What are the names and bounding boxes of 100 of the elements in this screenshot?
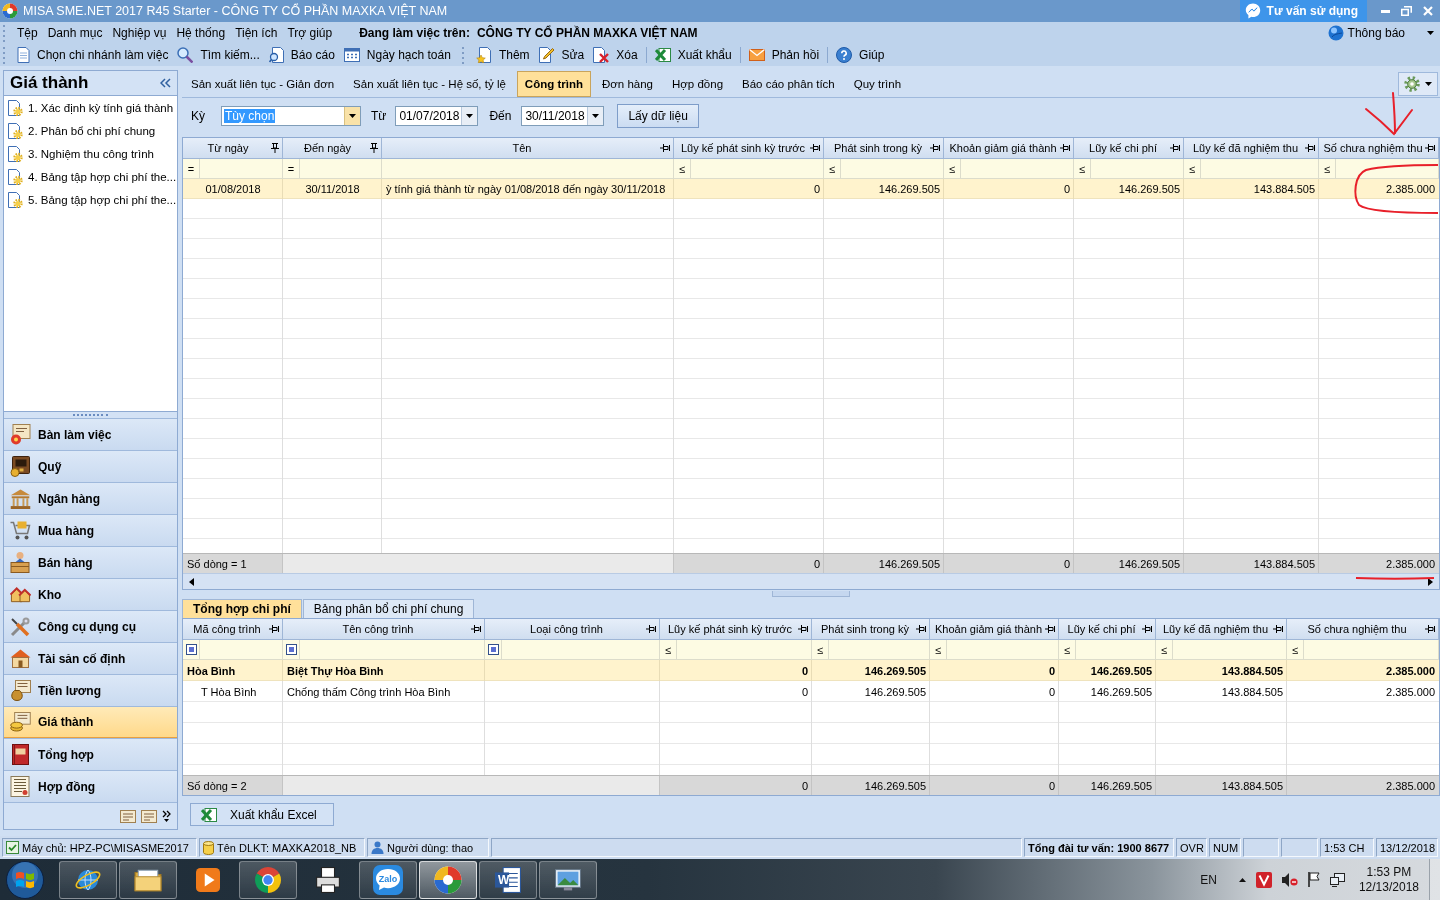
caret-icon[interactable]: [1427, 31, 1434, 35]
pin-icon[interactable]: [1425, 625, 1435, 633]
filter-mode-icon[interactable]: [285, 644, 297, 655]
column-header[interactable]: Mã công trình: [183, 619, 283, 640]
grip-icon[interactable]: [3, 24, 6, 42]
pin-icon[interactable]: [1045, 625, 1055, 633]
tab[interactable]: Bảng phân bổ chi phí chung: [302, 599, 475, 618]
load-data-button[interactable]: Lấy dữ liệu: [617, 104, 699, 128]
pin-icon[interactable]: [1060, 144, 1070, 152]
pin-icon[interactable]: [646, 625, 656, 633]
module-button[interactable]: Bàn làm việc: [4, 418, 177, 450]
document-icon[interactable]: [141, 809, 157, 823]
pin-icon[interactable]: [1273, 625, 1283, 633]
pin-icon[interactable]: [271, 143, 279, 153]
filter-operator[interactable]: ≤: [1156, 640, 1173, 659]
table-row[interactable]: T Hòa Bình Chống thấm Công trình Hòa Bình 0 146.269.505 0 146.269.505 143.884.505 2.385.000: [183, 681, 1439, 702]
grip-icon[interactable]: [461, 46, 465, 64]
menu-item[interactable]: Hệ thống: [171, 23, 231, 43]
pin-icon[interactable]: [1142, 625, 1152, 633]
module-button[interactable]: Bán hàng: [4, 546, 177, 578]
tab[interactable]: Quy trình: [845, 71, 910, 97]
toolbar-button[interactable]: Thêm: [471, 45, 534, 65]
toolbar-button[interactable]: Tìm kiếm...: [173, 45, 264, 65]
toolbar-button[interactable]: Phản hồi: [744, 45, 824, 65]
module-button[interactable]: Quỹ: [4, 450, 177, 482]
document-icon[interactable]: [120, 809, 136, 823]
menu-item[interactable]: Tệp: [12, 23, 43, 43]
column-header[interactable]: Lũy kế đã nghiệm thu: [1184, 138, 1319, 159]
grip-icon[interactable]: [3, 46, 6, 64]
taskbar-button[interactable]: [59, 860, 117, 899]
close-icon[interactable]: [1423, 6, 1433, 16]
taskbar-button[interactable]: [239, 860, 297, 899]
column-header[interactable]: Khoản giảm giá thành: [930, 619, 1059, 640]
filter-operator[interactable]: ≤: [1074, 159, 1091, 178]
tab[interactable]: Sản xuất liên tục - Hệ số, tỷ lệ: [345, 71, 514, 97]
sidebar-item[interactable]: 4. Bảng tập hợp chi phí the...: [4, 165, 177, 188]
column-header[interactable]: Lũy kế chi phí: [1074, 138, 1184, 159]
scroll-right-icon[interactable]: [1428, 577, 1433, 586]
filter-operator[interactable]: ≤: [812, 640, 829, 659]
filter-operator[interactable]: =: [183, 159, 200, 178]
pin-icon[interactable]: [1170, 144, 1180, 152]
menu-item[interactable]: Nghiệp vụ: [107, 23, 172, 43]
network-icon[interactable]: [1329, 872, 1345, 887]
sidebar-item[interactable]: 1. Xác định kỳ tính giá thành: [4, 96, 177, 119]
taskbar-button[interactable]: [119, 860, 177, 899]
toolbar-button[interactable]: Báo cáo: [264, 45, 339, 65]
scroll-left-icon[interactable]: [189, 577, 194, 586]
tab[interactable]: Báo cáo phân tích: [734, 71, 843, 97]
pin-icon[interactable]: [916, 625, 926, 633]
column-header[interactable]: Số chưa nghiệm thu: [1319, 138, 1439, 159]
export-excel-button[interactable]: Xuất khẩu Excel: [190, 803, 334, 826]
module-button[interactable]: Tài sản cố định: [4, 642, 177, 674]
pin-icon[interactable]: [471, 625, 481, 633]
pin-icon[interactable]: [930, 144, 940, 152]
filter-operator[interactable]: ≤: [944, 159, 961, 178]
module-button[interactable]: Giá thành: [4, 706, 177, 738]
checkmark-tile-icon[interactable]: [1255, 871, 1272, 888]
filter-operator[interactable]: ≤: [1059, 640, 1076, 659]
column-header[interactable]: Lũy kế phát sinh kỳ trước: [660, 619, 812, 640]
column-header[interactable]: Tên: [382, 138, 674, 159]
pin-icon[interactable]: [810, 144, 820, 152]
start-icon[interactable]: [6, 860, 44, 899]
sidebar-item[interactable]: 3. Nghiệm thu công trình: [4, 142, 177, 165]
taskbar-button[interactable]: Zalo: [359, 860, 417, 899]
column-header[interactable]: Lũy kế đã nghiệm thu: [1156, 619, 1287, 640]
table-row[interactable]: 01/08/2018 30/11/2018 ỳ tính giá thành từ ngày 01/08/2018 đến ngày 30/11/2018 0 146.269.505 0 146.269.505 143.884.505 2.385.000: [183, 179, 1439, 199]
pin-icon[interactable]: [660, 144, 670, 152]
module-button[interactable]: Kho: [4, 578, 177, 610]
pin-icon[interactable]: [370, 143, 378, 153]
filter-mode-icon[interactable]: [487, 644, 499, 655]
taskbar-button[interactable]: W: [479, 860, 537, 899]
column-header[interactable]: Tên công trình: [283, 619, 485, 640]
module-button[interactable]: Mua hàng: [4, 514, 177, 546]
filter-operator[interactable]: ≤: [824, 159, 841, 178]
filter-operator[interactable]: =: [283, 159, 300, 178]
filter-operator[interactable]: ≤: [674, 159, 691, 178]
pin-icon[interactable]: [269, 625, 279, 633]
menu-item[interactable]: Tiện ích: [230, 23, 283, 43]
date-field[interactable]: 01/07/2018: [395, 106, 479, 126]
pin-icon[interactable]: [798, 625, 808, 633]
menu-item[interactable]: Trợ giúp: [282, 23, 338, 43]
notifications-button[interactable]: Thông báo: [1327, 25, 1405, 41]
sidebar-item[interactable]: 5. Bảng tập hợp chi phí the...: [4, 188, 177, 211]
menu-item[interactable]: Danh mục: [42, 23, 108, 43]
column-header[interactable]: Từ ngày: [183, 138, 283, 159]
filter-mode-icon[interactable]: [185, 644, 197, 655]
caret-up-icon[interactable]: [1238, 877, 1246, 882]
pin-icon[interactable]: [1305, 144, 1315, 152]
toolbar-button[interactable]: Chọn chi nhánh làm việc: [13, 45, 173, 65]
filter-operator[interactable]: ≤: [1287, 640, 1304, 659]
column-header[interactable]: Loại công trình: [485, 619, 660, 640]
pin-icon[interactable]: [1425, 144, 1435, 152]
speaker-muted-icon[interactable]: [1281, 872, 1298, 887]
toolbar-button[interactable]: Giúp: [832, 45, 889, 65]
minimize-icon[interactable]: [1381, 9, 1390, 13]
tab[interactable]: Công trình: [516, 71, 591, 97]
module-button[interactable]: Ngân hàng: [4, 482, 177, 514]
toolbar-button[interactable]: Ngày hạch toán: [339, 45, 455, 65]
column-header[interactable]: Đến ngày: [283, 138, 382, 159]
table-row[interactable]: Hòa Bình Biệt Thự Hòa Bình 0 146.269.505 0 146.269.505 143.884.505 2.385.000: [183, 660, 1439, 681]
